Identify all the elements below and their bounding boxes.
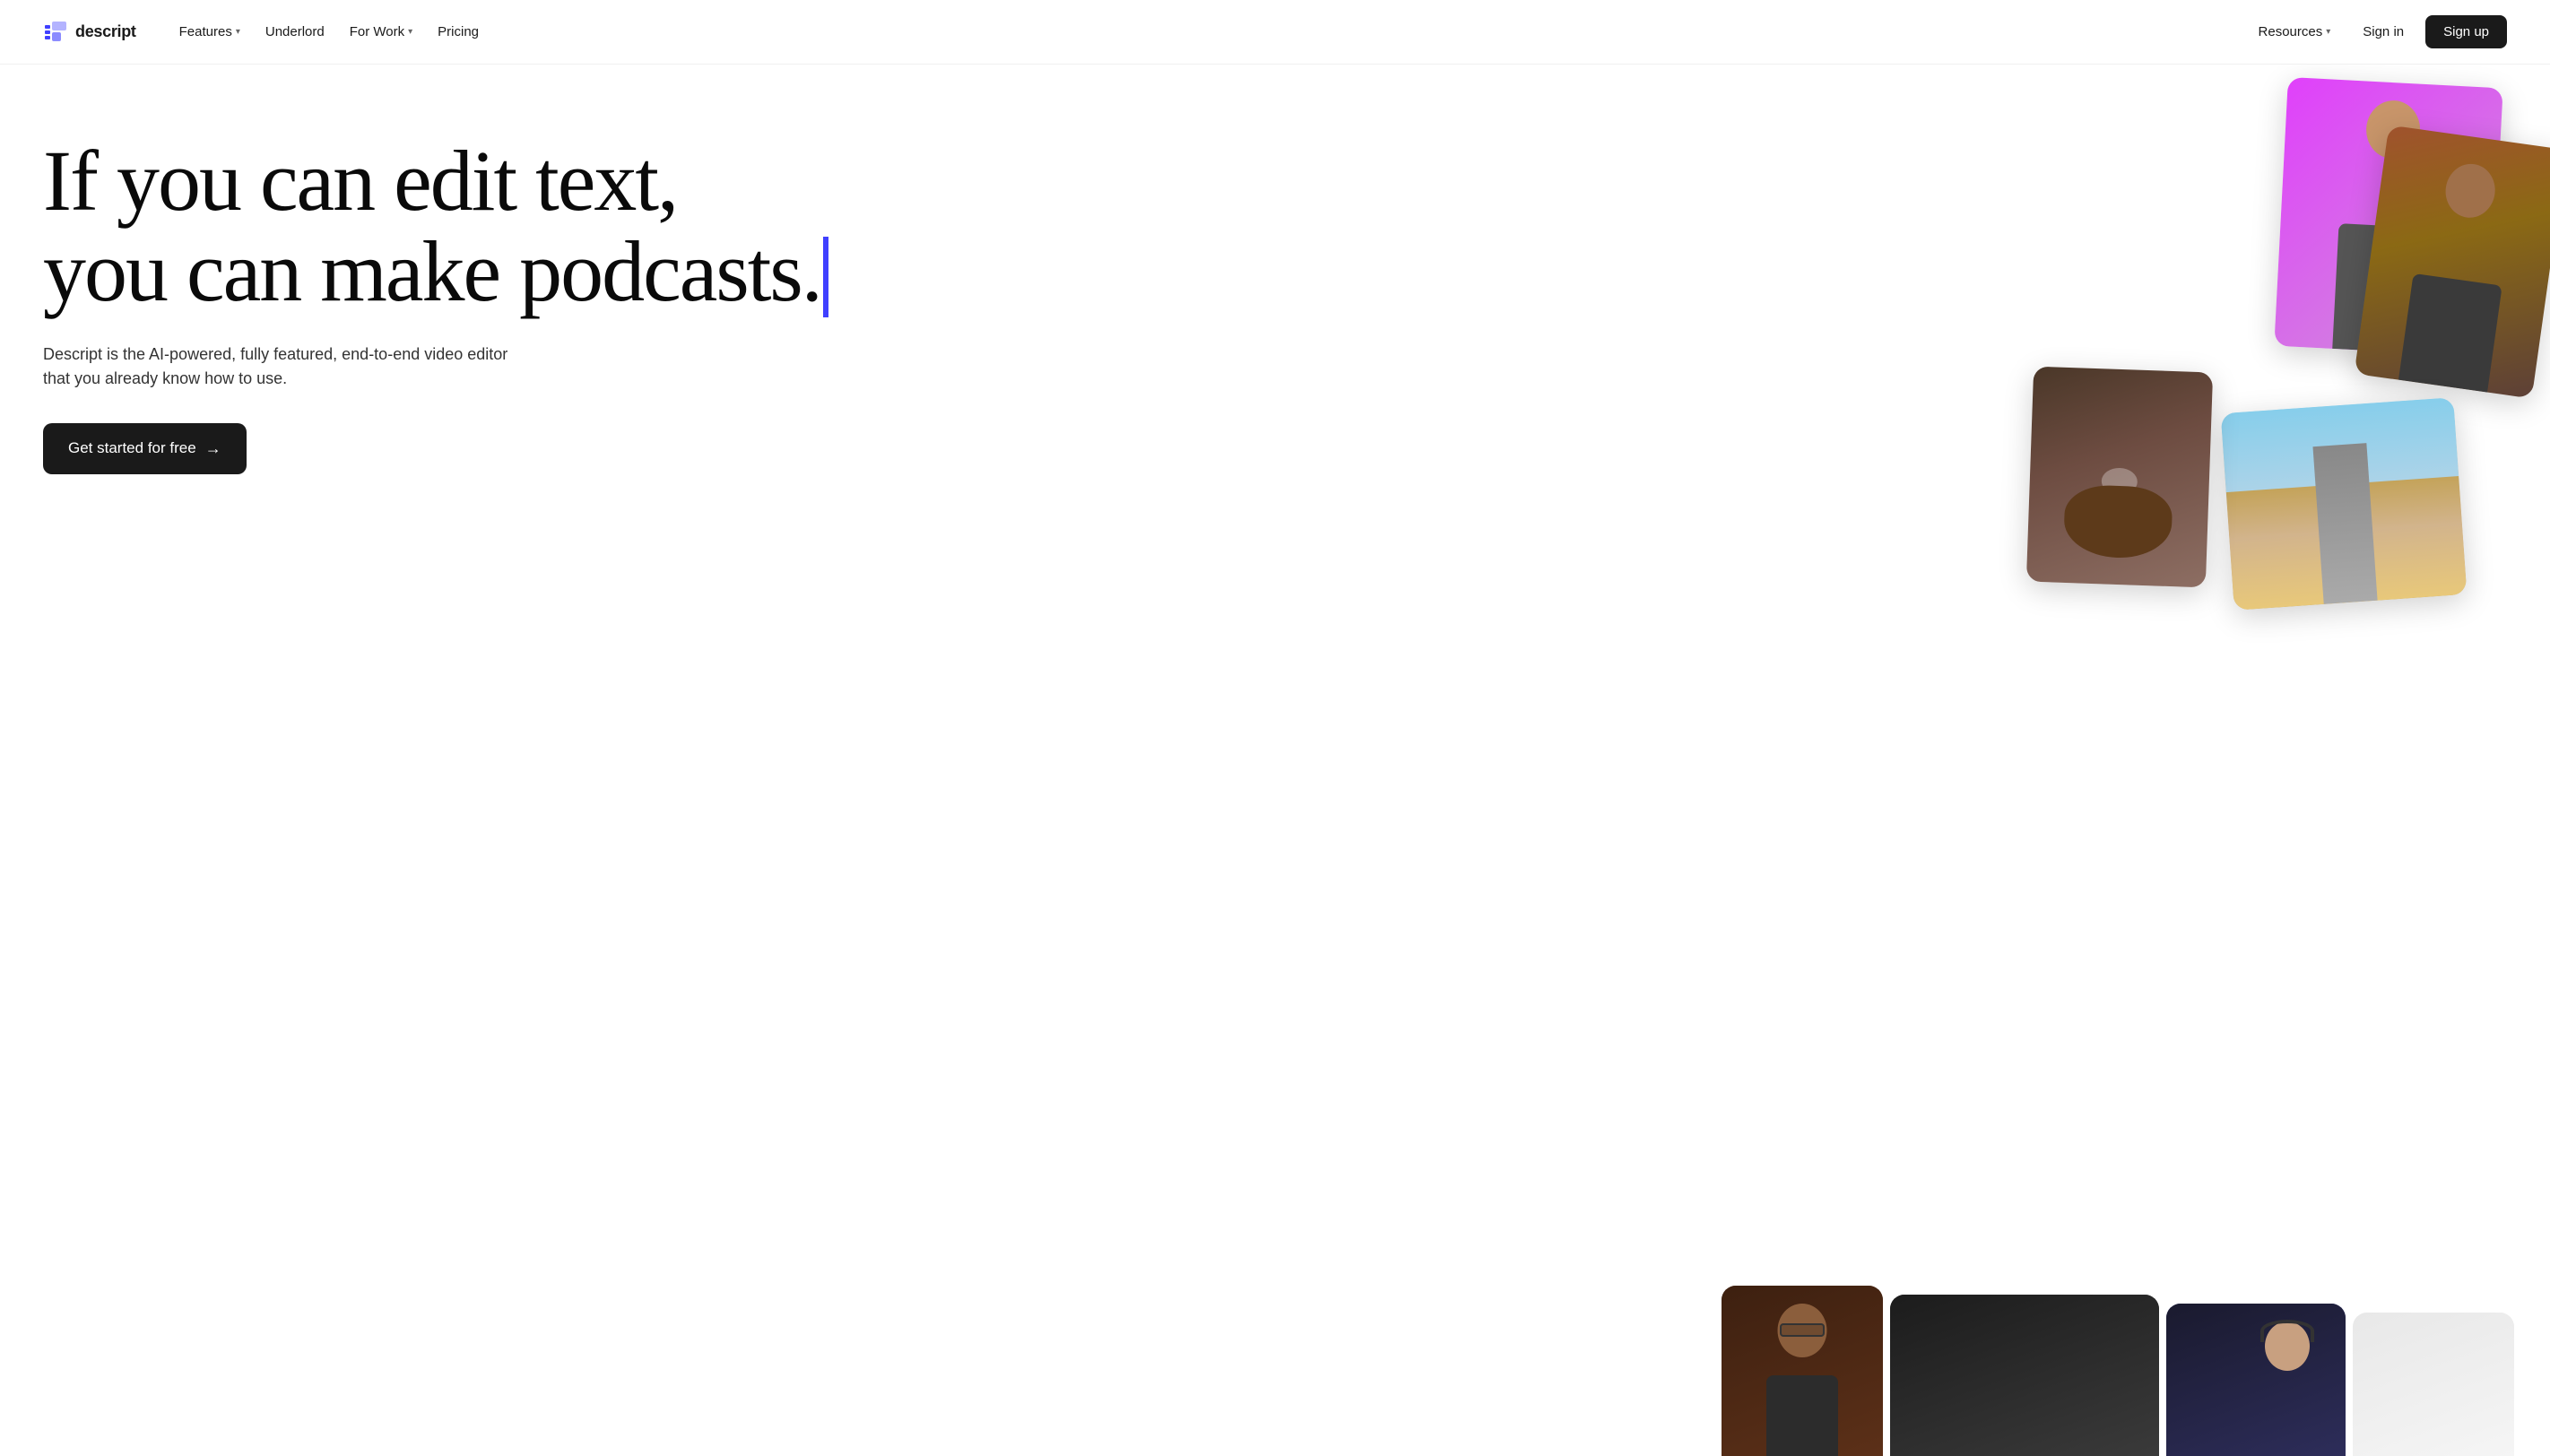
- food-bowl: [2063, 484, 2173, 559]
- nav-links: Features ▾ Underlord For Work ▾ Pricing: [169, 17, 490, 47]
- pricing-label: Pricing: [438, 24, 479, 39]
- headline-line1: If you can edit text,: [43, 133, 677, 229]
- signup-button[interactable]: Sign up: [2425, 15, 2507, 48]
- food-steam: [2101, 467, 2138, 495]
- strip-card-1: [1722, 1286, 1883, 1456]
- resources-chevron-icon: ▾: [2326, 27, 2330, 37]
- person-head-2: [2442, 160, 2499, 221]
- nav-item-features[interactable]: Features ▾: [169, 17, 251, 47]
- cta-button[interactable]: Get started for free →: [43, 423, 247, 474]
- person-body-2: [2398, 273, 2502, 393]
- person-body-1: [2332, 223, 2437, 354]
- for-work-chevron-icon: ▾: [408, 27, 412, 37]
- cta-arrow-icon: →: [205, 439, 221, 458]
- signin-button[interactable]: Sign in: [2348, 17, 2418, 47]
- headline-line2: you can make podcasts.: [43, 223, 828, 319]
- resources-label: Resources: [2259, 24, 2323, 39]
- nav-left: descript Features ▾ Underlord For Work ▾…: [43, 17, 490, 47]
- logo-text: descript: [75, 22, 136, 41]
- strip-person-head-1: [1777, 1304, 1826, 1357]
- hero-headline: If you can edit text, you can make podca…: [43, 136, 1398, 317]
- nav-item-pricing[interactable]: Pricing: [427, 17, 490, 47]
- desert-road: [2312, 443, 2377, 604]
- strip-card-2: [1890, 1295, 2159, 1456]
- hero-images: [1275, 65, 2550, 1456]
- hero-image-card-4: [2026, 367, 2213, 588]
- person-silhouette-2: [2354, 125, 2550, 398]
- cta-label: Get started for free: [68, 439, 196, 457]
- headphones-icon: [2260, 1320, 2314, 1342]
- features-label: Features: [179, 24, 232, 39]
- nav-item-underlord[interactable]: Underlord: [255, 17, 335, 47]
- hero-section: If you can edit text, you can make podca…: [0, 65, 2550, 1456]
- features-chevron-icon: ▾: [236, 27, 240, 37]
- hero-image-card-3: [2221, 397, 2468, 611]
- desert-ground: [2226, 476, 2468, 611]
- navigation: descript Features ▾ Underlord For Work ▾…: [0, 0, 2550, 65]
- hero-subtitle: Descript is the AI-powered, fully featur…: [43, 342, 509, 391]
- for-work-label: For Work: [350, 24, 404, 39]
- strip-card-4: [2353, 1313, 2514, 1456]
- hero-content: If you can edit text, you can make podca…: [43, 136, 1398, 474]
- nav-item-resources[interactable]: Resources ▾: [2248, 17, 2342, 47]
- strip-card-3-content: [2166, 1304, 2346, 1456]
- strip-person-body-1: [1766, 1375, 1838, 1456]
- strip-card-2-content: [1890, 1295, 2159, 1456]
- nav-right: Resources ▾ Sign in Sign up: [2248, 15, 2507, 48]
- underlord-label: Underlord: [265, 24, 325, 39]
- logo[interactable]: descript: [43, 20, 136, 45]
- strip-person-1: [1722, 1286, 1883, 1456]
- text-cursor: [823, 237, 828, 317]
- hero-image-card-1: [2274, 77, 2502, 357]
- descript-logo-icon: [43, 20, 68, 45]
- person-head-1: [2364, 100, 2421, 160]
- strip-person-head-3: [2265, 1322, 2310, 1371]
- desert-sky: [2221, 397, 2459, 502]
- person-silhouette-1: [2274, 77, 2502, 357]
- strip-person-glasses: [1780, 1323, 1825, 1337]
- hero-image-card-2: [2354, 125, 2550, 398]
- hero-image-strip: [1722, 1277, 2550, 1456]
- strip-card-4-content: [2353, 1313, 2514, 1456]
- strip-card-3: [2166, 1304, 2346, 1456]
- nav-item-for-work[interactable]: For Work ▾: [339, 17, 423, 47]
